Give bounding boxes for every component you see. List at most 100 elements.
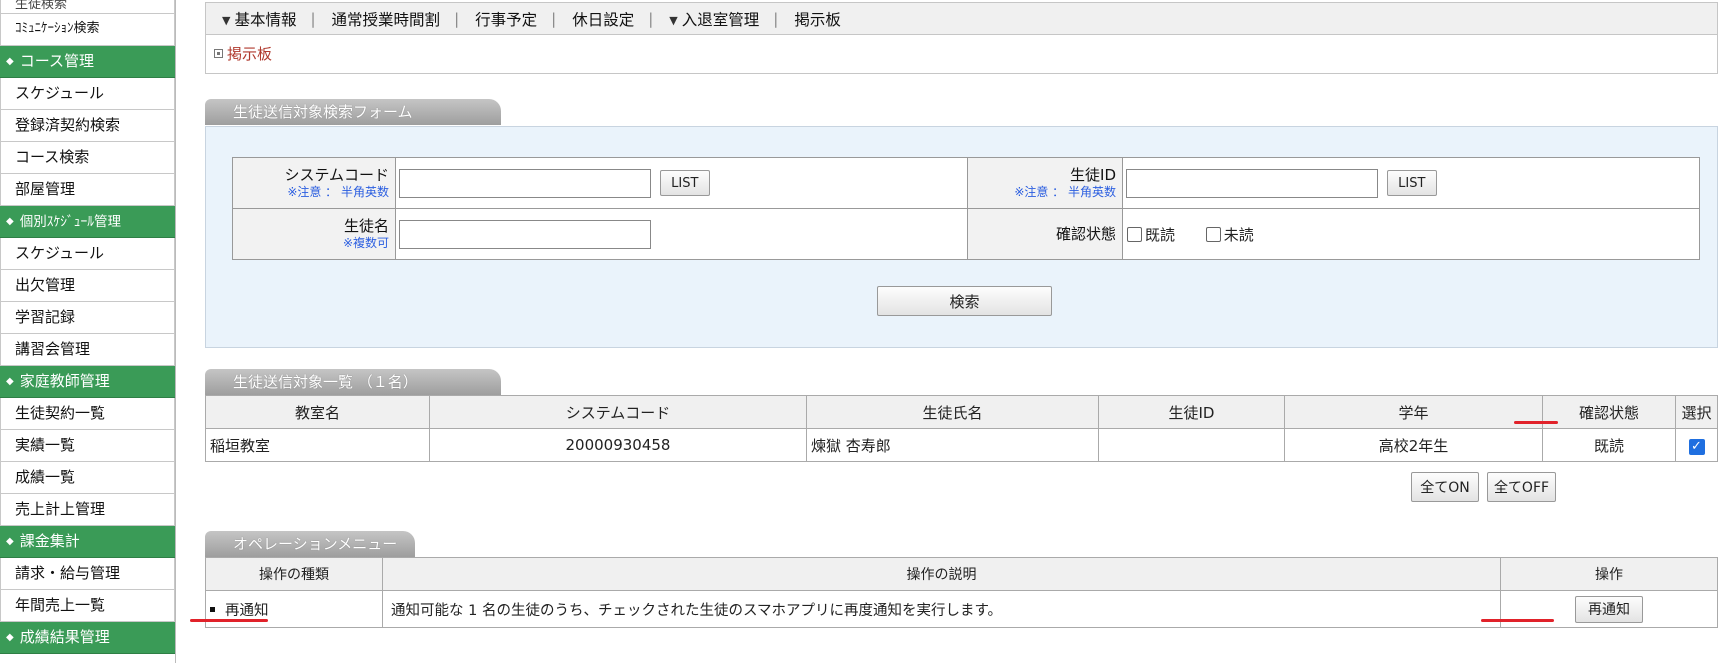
cell-grade: 高校2年生: [1284, 428, 1543, 462]
nav-separator: |: [551, 9, 557, 28]
renotify-button[interactable]: 再通知: [1575, 595, 1643, 623]
sidebar-item[interactable]: 実績一覧: [0, 430, 175, 462]
sidebar-section-header[interactable]: ◆ 課金集計: [0, 526, 175, 558]
bulletin-bar: 掲示板: [205, 35, 1718, 74]
double-chevron-down-icon: ▼: [222, 13, 231, 27]
sidebar-item[interactable]: 年間売上一覧: [0, 590, 175, 622]
sidebar-item[interactable]: コース検索: [0, 142, 175, 174]
col-select: 選択: [1675, 395, 1718, 429]
col-operation-type: 操作の種類: [205, 557, 383, 591]
student-id-input-cell: LIST: [1122, 157, 1700, 209]
bulletin-link[interactable]: 掲示板: [214, 45, 272, 63]
table-row: 稲垣教室 20000930458 煉獄 杏寿郎 高校2年生 既読 ✓: [205, 428, 1718, 462]
operations-table: 操作の種類 操作の説明 操作 再通知 通知可能な 1 名の生徒のうち、チェックさ…: [205, 557, 1718, 628]
sidebar-item[interactable]: ｺﾐｭﾆｹｰｼｮﾝ検索: [0, 14, 175, 46]
cell-select: ✓: [1675, 428, 1718, 462]
col-student-id: 生徒ID: [1098, 395, 1285, 429]
sidebar-item[interactable]: 学習記録: [0, 302, 175, 334]
unread-checkbox[interactable]: [1205, 226, 1221, 242]
read-checkbox-label: 既読: [1145, 225, 1176, 244]
search-button[interactable]: 検索: [877, 286, 1052, 316]
sidebar-item[interactable]: 生徒契約一覧: [0, 398, 175, 430]
search-form-tab: 生徒送信対象検索フォーム: [205, 99, 501, 125]
unread-checkbox-label: 未読: [1223, 225, 1254, 244]
cell-student-name: 煉獄 杏寿郎: [806, 428, 1099, 462]
sidebar-item[interactable]: スケジュール: [0, 78, 175, 110]
nav-separator: |: [310, 9, 316, 28]
col-operation-action: 操作: [1500, 557, 1718, 591]
sidebar-item[interactable]: 出欠管理: [0, 270, 175, 302]
bullet-icon: [210, 606, 215, 612]
sidebar-section-label: 成績結果管理: [19, 628, 110, 646]
select-checkbox-checked[interactable]: ✓: [1688, 438, 1705, 455]
nav-separator: |: [648, 9, 654, 28]
status-label: 確認状態: [1055, 225, 1116, 243]
col-classroom: 教室名: [205, 395, 430, 429]
sidebar-section-label: 課金集計: [19, 532, 80, 550]
col-student-name: 生徒氏名: [806, 395, 1099, 429]
status-label-cell: 確認状態: [967, 208, 1123, 260]
student-name-input[interactable]: [399, 219, 651, 249]
col-grade: 学年: [1284, 395, 1543, 429]
student-id-label: 生徒ID: [1070, 166, 1116, 184]
student-name-label-cell: 生徒名 ※複数可: [232, 208, 396, 260]
sidebar-item[interactable]: 生徒検索: [0, 0, 175, 14]
double-chevron-down-icon: ▼: [669, 13, 678, 27]
system-code-label-cell: システムコード ※注意 ： 半角英数: [232, 157, 396, 209]
sidebar-section-label: コース管理: [19, 52, 94, 70]
sidebar-item[interactable]: 部屋管理: [0, 174, 175, 206]
system-code-note: ※注意 ： 半角英数: [287, 185, 389, 199]
nav-basic-info[interactable]: ▼ 基本情報: [222, 8, 310, 30]
sidebar-section-header[interactable]: ◆ 個別ｽｹｼﾞｭｰﾙ管理: [0, 206, 175, 238]
sidebar-item[interactable]: 登録済契約検索: [0, 110, 175, 142]
nav-separator: |: [454, 9, 460, 28]
student-name-note: ※複数可: [342, 236, 389, 250]
diamond-icon: ◆: [6, 376, 14, 387]
sidebar-item[interactable]: 請求・給与管理: [0, 558, 175, 590]
all-off-button[interactable]: 全てOFF: [1487, 472, 1556, 502]
search-form: システムコード ※注意 ： 半角英数 LIST 生徒ID ※注意 ： 半角英数 …: [205, 126, 1718, 348]
student-name-label: 生徒名: [343, 217, 389, 235]
sidebar: 生徒検索 ｺﾐｭﾆｹｰｼｮﾝ検索 ◆ コース管理スケジュール 登録済契約検索 コース検索部…: [0, 0, 176, 663]
all-on-button[interactable]: 全てON: [1411, 472, 1479, 502]
system-code-input-cell: LIST: [395, 157, 968, 209]
nav-events[interactable]: 行事予定: [475, 8, 551, 30]
sidebar-section-header[interactable]: ◆ 成績結果管理: [0, 622, 175, 654]
system-code-list-button[interactable]: LIST: [659, 170, 710, 196]
diamond-icon: ◆: [6, 536, 14, 547]
system-code-input[interactable]: [399, 168, 651, 198]
status-options-cell: 既読 未読: [1122, 208, 1700, 260]
read-checkbox[interactable]: [1127, 226, 1142, 242]
sidebar-item[interactable]: 売上計上管理: [0, 494, 175, 526]
col-system-code: システムコード: [429, 395, 807, 429]
nav-entry-exit[interactable]: ▼ 入退室管理: [669, 8, 773, 30]
highlight-underline: [1514, 421, 1558, 424]
student-id-label-cell: 生徒ID ※注意 ： 半角英数: [967, 157, 1123, 209]
student-id-list-button[interactable]: LIST: [1386, 170, 1437, 196]
operation-type-label: 再通知: [225, 602, 269, 619]
sidebar-section-header[interactable]: ◆ 家庭教師管理: [0, 366, 175, 398]
nav-regular-timetable[interactable]: 通常授業時間割: [332, 8, 455, 30]
student-id-note: ※注意 ： 半角英数: [1014, 185, 1116, 199]
nav-separator: |: [773, 9, 779, 28]
results-tab: 生徒送信対象一覧 （１名）: [205, 369, 501, 395]
top-nav: ▼ 基本情報 | 通常授業時間割 | 行事予定 | 休日設定 | ▼ 入退室管理 |…: [205, 2, 1718, 35]
nav-holidays[interactable]: 休日設定: [572, 8, 648, 30]
sidebar-section-label: 家庭教師管理: [19, 372, 110, 390]
highlight-underline: [190, 619, 268, 622]
diamond-icon: ◆: [6, 56, 14, 67]
cell-system-code: 20000930458: [429, 428, 807, 462]
cell-status: 既読: [1542, 428, 1676, 462]
sidebar-section-header[interactable]: ◆ コース管理: [0, 46, 175, 78]
results-header-row: 教室名 システムコード 生徒氏名 生徒ID 学年 確認状態 選択: [205, 395, 1718, 429]
sidebar-item[interactable]: 講習会管理: [0, 334, 175, 366]
system-code-label: システムコード: [284, 166, 389, 184]
operations-header-row: 操作の種類 操作の説明 操作: [205, 557, 1718, 591]
sidebar-item[interactable]: 成績一覧: [0, 462, 175, 494]
results-table: 教室名 システムコード 生徒氏名 生徒ID 学年 確認状態 選択 稲垣教室 20…: [205, 395, 1718, 462]
sidebar-section-label: 個別ｽｹｼﾞｭｰﾙ管理: [19, 214, 121, 230]
sidebar-item[interactable]: スケジュール: [0, 238, 175, 270]
student-id-input[interactable]: [1126, 168, 1378, 198]
nav-bulletin[interactable]: 掲示板: [794, 8, 855, 30]
cell-operation-description: 通知可能な 1 名の生徒のうち、チェックされた生徒のスマホアプリに再度通知を実行…: [382, 590, 1501, 628]
